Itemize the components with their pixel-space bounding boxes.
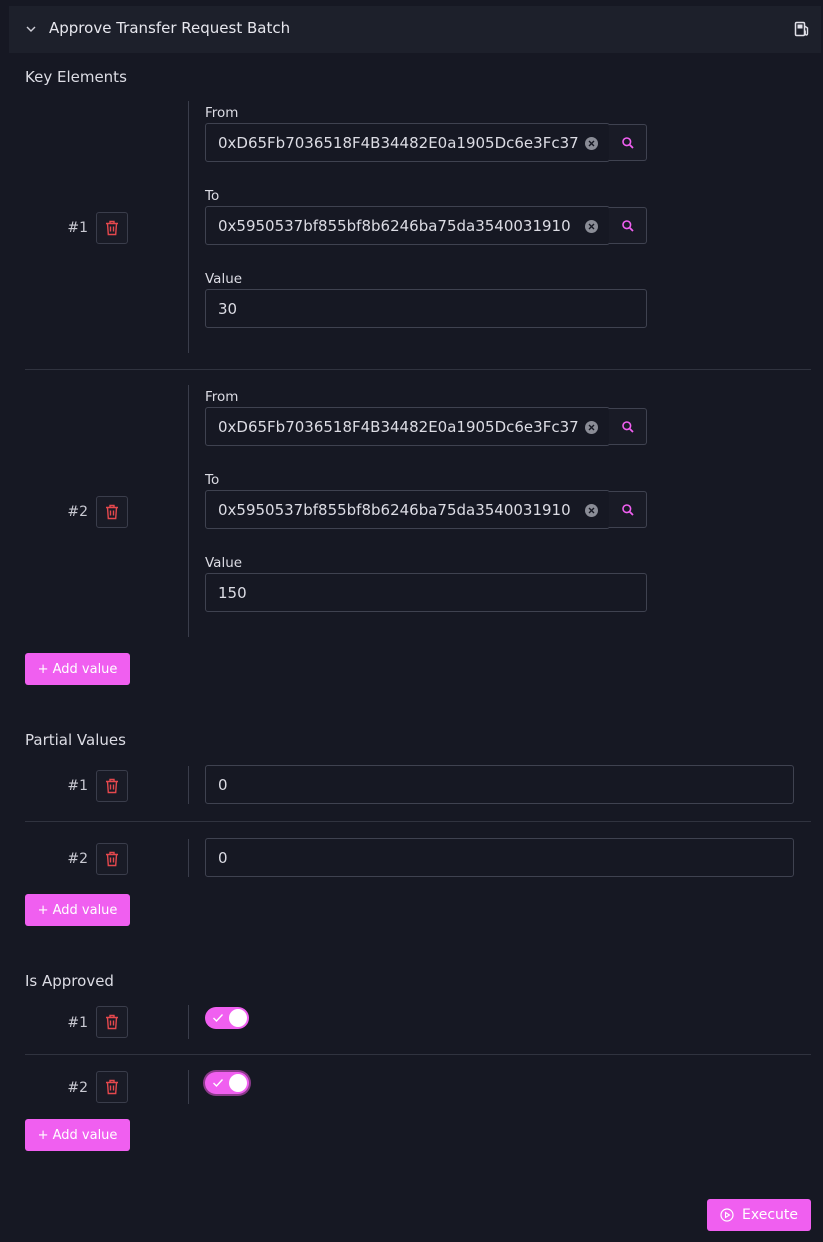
trash-icon <box>106 778 118 794</box>
clear-icon[interactable] <box>585 220 598 233</box>
address-search-button[interactable] <box>609 207 647 244</box>
to-address-input[interactable]: 0x5950537bf855bf8b6246ba75da3540031910 <box>205 490 610 529</box>
section-title-is-approved: Is Approved <box>25 972 114 990</box>
row-separator <box>25 369 811 370</box>
trash-icon <box>106 504 118 520</box>
row-index: #2 <box>67 851 88 867</box>
gas-pump-icon <box>794 21 809 37</box>
toggle-knob <box>229 1074 247 1092</box>
toggle-knob <box>229 1009 247 1027</box>
clear-icon[interactable] <box>585 421 598 434</box>
from-address-value: 0xD65Fb7036518F4B34482E0a1905Dc6e3Fc37 <box>218 417 579 436</box>
clear-icon[interactable] <box>585 137 598 150</box>
address-search-button[interactable] <box>609 491 647 528</box>
to-address-input[interactable]: 0x5950537bf855bf8b6246ba75da3540031910 <box>205 206 610 245</box>
function-header[interactable]: Approve Transfer Request Batch <box>9 6 821 53</box>
row-index: #1 <box>67 778 88 794</box>
add-value-button[interactable]: + Add value <box>25 653 130 685</box>
from-address-input[interactable]: 0xD65Fb7036518F4B34482E0a1905Dc6e3Fc37 <box>205 123 610 162</box>
value-label: Value <box>205 555 243 571</box>
delete-row-button[interactable] <box>96 1006 128 1038</box>
from-label: From <box>205 389 239 405</box>
address-search-button[interactable] <box>609 408 647 445</box>
row-divider-vertical <box>188 1070 189 1104</box>
clear-icon[interactable] <box>585 504 598 517</box>
execute-label: Execute <box>742 1207 798 1223</box>
from-address-input[interactable]: 0xD65Fb7036518F4B34482E0a1905Dc6e3Fc37 <box>205 407 610 446</box>
search-icon <box>621 136 634 149</box>
value-input[interactable]: 30 <box>205 289 647 328</box>
function-title: Approve Transfer Request Batch <box>49 19 291 37</box>
value-input[interactable]: 150 <box>205 573 647 612</box>
delete-row-button[interactable] <box>96 212 128 244</box>
approved-toggle[interactable] <box>205 1007 249 1029</box>
add-value-button[interactable]: + Add value <box>25 1119 130 1151</box>
play-circle-icon <box>720 1208 734 1222</box>
partial-value-input[interactable]: 0 <box>205 838 794 877</box>
search-icon <box>621 503 634 516</box>
execute-button[interactable]: Execute <box>707 1199 811 1231</box>
check-icon <box>213 1014 224 1023</box>
delete-row-button[interactable] <box>96 496 128 528</box>
search-icon <box>621 219 634 232</box>
delete-row-button[interactable] <box>96 1071 128 1103</box>
chevron-down-icon[interactable] <box>25 23 37 35</box>
trash-icon <box>106 1079 118 1095</box>
address-search-button[interactable] <box>609 124 647 161</box>
search-icon <box>621 420 634 433</box>
from-label: From <box>205 105 239 121</box>
trash-icon <box>106 220 118 236</box>
value-label: Value <box>205 271 243 287</box>
delete-row-button[interactable] <box>96 843 128 875</box>
row-divider-vertical <box>188 385 189 637</box>
section-title-key-elements: Key Elements <box>25 68 127 86</box>
from-address-value: 0xD65Fb7036518F4B34482E0a1905Dc6e3Fc37 <box>218 133 579 152</box>
add-value-button[interactable]: + Add value <box>25 894 130 926</box>
trash-icon <box>106 1014 118 1030</box>
delete-row-button[interactable] <box>96 770 128 802</box>
row-divider-vertical <box>188 839 189 877</box>
to-label: To <box>205 472 220 488</box>
to-address-value: 0x5950537bf855bf8b6246ba75da3540031910 <box>218 216 571 235</box>
approved-toggle[interactable] <box>205 1072 249 1094</box>
row-separator <box>25 821 811 822</box>
row-index: #1 <box>67 220 88 236</box>
row-index: #2 <box>67 504 88 520</box>
row-separator <box>25 1054 811 1055</box>
row-index: #1 <box>67 1015 88 1031</box>
to-address-value: 0x5950537bf855bf8b6246ba75da3540031910 <box>218 500 571 519</box>
partial-value-input[interactable]: 0 <box>205 765 794 804</box>
section-title-partial-values: Partial Values <box>25 731 126 749</box>
row-divider-vertical <box>188 766 189 804</box>
row-divider-vertical <box>188 101 189 353</box>
row-divider-vertical <box>188 1005 189 1039</box>
row-index: #2 <box>67 1080 88 1096</box>
check-icon <box>213 1079 224 1088</box>
to-label: To <box>205 188 220 204</box>
trash-icon <box>106 851 118 867</box>
